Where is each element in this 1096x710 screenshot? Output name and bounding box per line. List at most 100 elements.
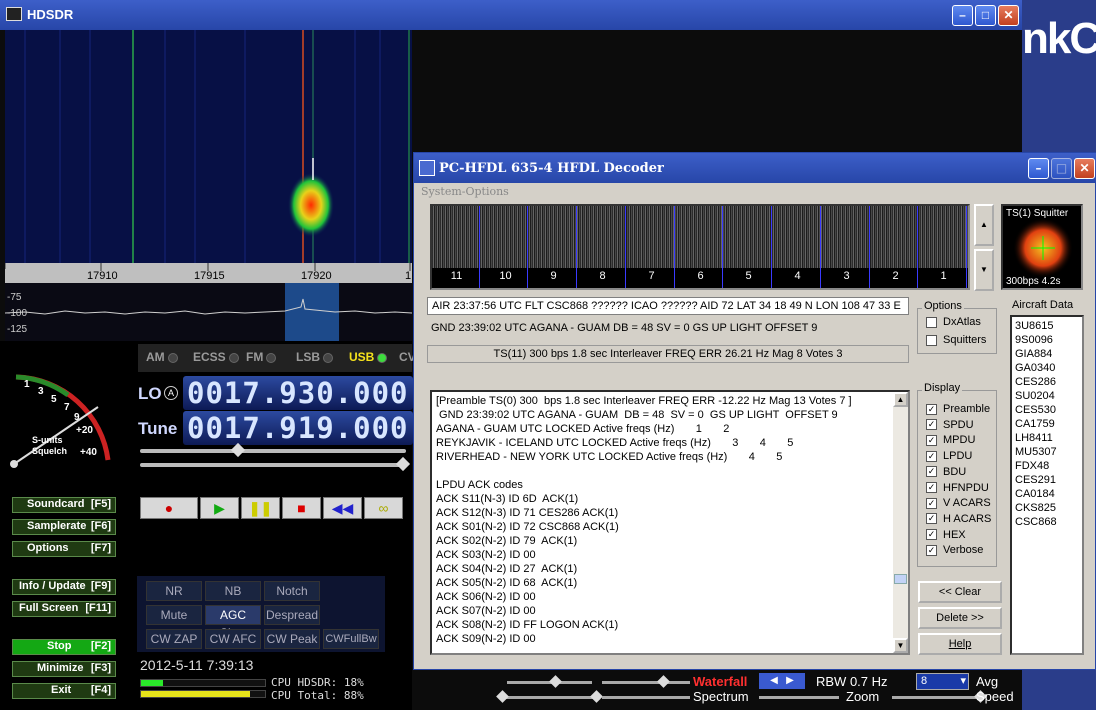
lo-a-badge[interactable]: A [164, 386, 178, 400]
checkmark-icon[interactable]: ✓ [926, 403, 937, 415]
checkmark-icon[interactable]: ✓ [926, 497, 937, 509]
mute-button[interactable]: Mute [146, 605, 202, 625]
nb-button[interactable]: NB [205, 581, 261, 601]
agc-slow-button[interactable]: AGC Slow [205, 605, 261, 640]
close-icon[interactable]: ✕ [998, 5, 1019, 26]
cw-zap-button[interactable]: CW ZAP [146, 629, 202, 649]
mode-usb[interactable]: USB [349, 350, 388, 364]
stop-playback-button[interactable]: ■ [282, 497, 321, 519]
checkbox-lpdu[interactable]: ✓ LPDU [926, 450, 972, 462]
checkbox-dxatlas[interactable]: DxAtlas [926, 316, 981, 328]
slider-thumb-icon[interactable] [496, 690, 509, 703]
scroll-down-button[interactable]: ▼ [974, 249, 994, 291]
checkmark-icon[interactable]: ✓ [926, 529, 937, 541]
frequency-axis[interactable]: 17910 17915 17920 1 [5, 263, 412, 283]
decoder-log[interactable]: [Preamble TS(0) 300 bps 1.8 sec Interlea… [430, 390, 910, 655]
waterfall-slider-2[interactable] [602, 675, 690, 688]
minimize-icon[interactable]: – [952, 5, 973, 26]
spectrum-slider-2[interactable] [602, 696, 690, 699]
rbw-arrows[interactable]: ◀ ▶ [759, 673, 805, 689]
stop-button[interactable]: Stop [F2] [12, 639, 116, 655]
checkbox-hfnpdu[interactable]: ✓ HFNPDU [926, 482, 989, 494]
aircraft-item[interactable]: MU5307 [1015, 445, 1079, 459]
volume-slider[interactable] [140, 442, 406, 458]
aircraft-item[interactable]: CSC868 [1015, 515, 1079, 529]
checkbox-mpdu[interactable]: ✓ MPDU [926, 434, 975, 446]
aircraft-item[interactable]: CKS825 [1015, 501, 1079, 515]
scroll-up-icon[interactable]: ▲ [893, 392, 908, 407]
lo-frequency[interactable]: 0017.930.000 [183, 376, 413, 410]
checkmark-icon[interactable]: ✓ [926, 466, 937, 478]
checkmark-icon[interactable]: ✓ [926, 450, 937, 462]
squelch-slider[interactable] [140, 456, 411, 472]
cw-fullbw-button[interactable]: CWFullBw [323, 629, 379, 649]
mode-lsb[interactable]: LSB [296, 350, 333, 364]
checkmark-icon[interactable]: ✓ [926, 482, 937, 494]
mode-fm[interactable]: FM [246, 350, 277, 364]
checkbox-squitters[interactable]: Squitters [926, 334, 986, 346]
minimize-icon[interactable]: – [1028, 158, 1049, 179]
checkbox-hex[interactable]: ✓ HEX [926, 529, 966, 541]
checkbox-icon[interactable] [926, 316, 937, 328]
hfdl-title-bar[interactable]: PC-HFDL 635-4 HFDL Decoder – □ ✕ [414, 153, 1096, 183]
play-button[interactable]: ▶ [200, 497, 239, 519]
soundcard-button[interactable]: Soundcard [F5] [12, 497, 116, 513]
full-screen-button[interactable]: Full Screen [F11] [12, 601, 116, 617]
loop-button[interactable]: ∞ [364, 497, 403, 519]
aircraft-item[interactable]: 9S0096 [1015, 333, 1079, 347]
checkbox-verbose[interactable]: ✓ Verbose [926, 544, 983, 556]
aircraft-item[interactable]: LH8411 [1015, 431, 1079, 445]
hdsdr-title-bar[interactable]: HDSDR – □ ✕ [0, 0, 1022, 30]
avg-select[interactable]: 8 ▾ [916, 673, 969, 690]
maximize-icon[interactable]: □ [975, 5, 996, 26]
slider-thumb-icon[interactable] [590, 690, 603, 703]
close-icon[interactable]: ✕ [1074, 158, 1095, 179]
aircraft-list[interactable]: 3U8615 9S0096 GIA884 GA0340 CES286 SU0204 CES5… [1010, 315, 1084, 655]
scroll-up-button[interactable]: ▲ [974, 204, 994, 246]
cw-afc-button[interactable]: CW AFC [205, 629, 261, 649]
spectrum-slider-1[interactable] [496, 690, 603, 703]
record-button[interactable]: ● [140, 497, 198, 519]
tune-frequency[interactable]: 0017.919.000 [183, 411, 413, 445]
samplerate-button[interactable]: Samplerate [F6] [12, 519, 116, 535]
spectrum-display[interactable]: -75 -100 -125 [5, 283, 412, 341]
speed-slider[interactable] [892, 690, 987, 703]
checkbox-spdu[interactable]: ✓ SPDU [926, 419, 974, 431]
log-scrollbar[interactable]: ▲ ▼ [893, 392, 908, 653]
options-button[interactable]: Options [F7] [12, 541, 116, 557]
checkmark-icon[interactable]: ✓ [926, 513, 937, 525]
checkmark-icon[interactable]: ✓ [926, 434, 937, 446]
help-button[interactable]: Help [918, 633, 1002, 655]
clear-button[interactable]: << Clear [918, 581, 1002, 603]
delete-button[interactable]: Delete >> [918, 607, 1002, 629]
checkbox-preamble[interactable]: ✓ Preamble [926, 403, 990, 415]
rewind-button[interactable]: ◀◀ [323, 497, 362, 519]
mode-ecss[interactable]: ECSS [193, 350, 239, 364]
pause-button[interactable]: ❚❚ [241, 497, 280, 519]
exit-button[interactable]: Exit [F4] [12, 683, 116, 699]
aircraft-item[interactable]: CA1759 [1015, 417, 1079, 431]
zoom-slider[interactable] [759, 696, 839, 699]
aircraft-item[interactable]: CA0184 [1015, 487, 1079, 501]
checkbox-v-acars[interactable]: ✓ V ACARS [926, 497, 991, 509]
scrollbar-thumb[interactable] [894, 574, 907, 584]
slider-thumb-icon[interactable] [657, 675, 670, 688]
waterfall-slider-1[interactable] [507, 675, 592, 688]
nr-button[interactable]: NR [146, 581, 202, 601]
aircraft-item[interactable]: FDX48 [1015, 459, 1079, 473]
aircraft-item[interactable]: GA0340 [1015, 361, 1079, 375]
aircraft-item[interactable]: CES291 [1015, 473, 1079, 487]
notch-button[interactable]: Notch [264, 581, 320, 601]
minimize-button[interactable]: Minimize [F3] [12, 661, 116, 677]
mode-am[interactable]: AM [146, 350, 178, 364]
info-update-button[interactable]: Info / Update [F9] [12, 579, 116, 595]
aircraft-item[interactable]: 3U8615 [1015, 319, 1079, 333]
system-options-menu[interactable]: System-Options [421, 185, 509, 198]
aircraft-item[interactable]: CES286 [1015, 375, 1079, 389]
scroll-down-icon[interactable]: ▼ [893, 638, 908, 653]
aircraft-item[interactable]: GIA884 [1015, 347, 1079, 361]
waterfall-display[interactable] [5, 30, 412, 263]
cw-peak-button[interactable]: CW Peak [264, 629, 320, 649]
aircraft-item[interactable]: CES530 [1015, 403, 1079, 417]
despread-button[interactable]: Despread [264, 605, 320, 625]
